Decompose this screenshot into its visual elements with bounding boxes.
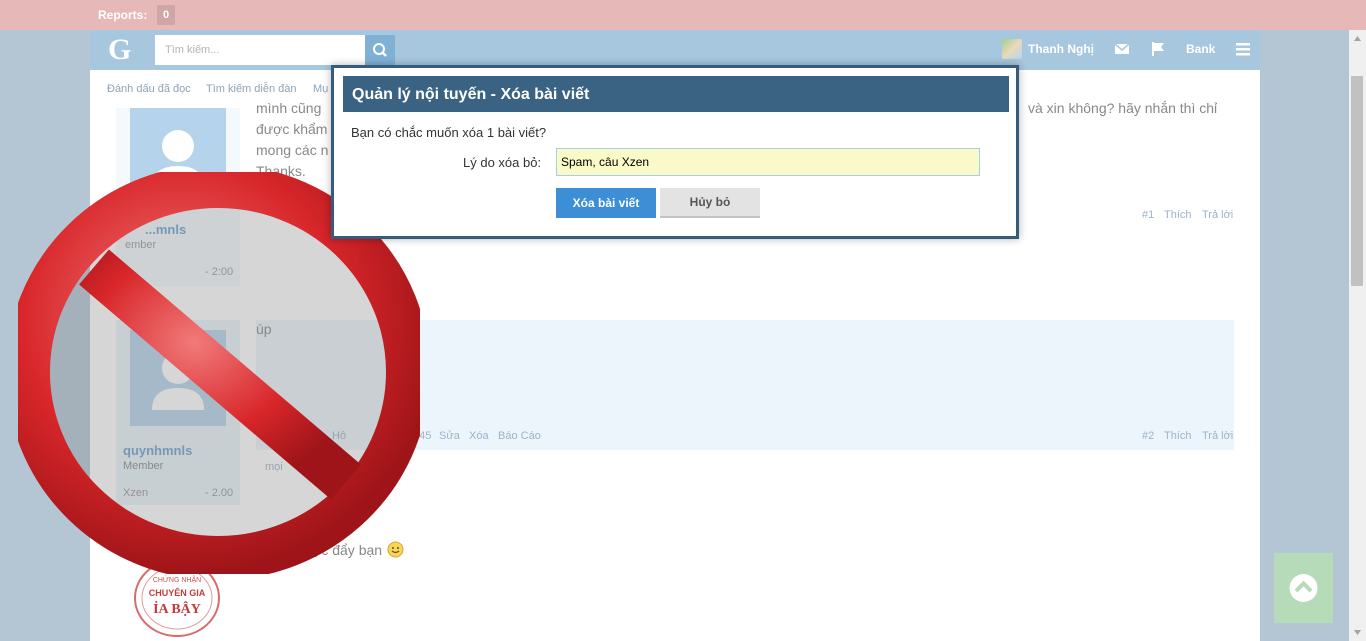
post-2-reply-link[interactable]: Trả lời [1202, 430, 1233, 442]
chevron-up-circle-icon [1289, 574, 1318, 602]
post-1-permalink[interactable]: #1 [1142, 209, 1154, 221]
post-2-delete-link[interactable]: Xóa [469, 430, 489, 442]
scrollbar-thumb[interactable] [1351, 76, 1363, 286]
post-1-reply-link[interactable]: Trả lời [1202, 209, 1233, 221]
main-navbar: G Thanh Nghị Bank [90, 30, 1260, 70]
search-button[interactable] [365, 35, 395, 65]
delete-post-dialog: Quản lý nội tuyến - Xóa bài viết Bạn có … [331, 65, 1019, 239]
reason-label: Lý do xóa bỏ: [463, 155, 542, 170]
scroll-up-arrow-icon[interactable] [1349, 30, 1366, 47]
post-2-edit-link[interactable]: Sửa [439, 430, 460, 442]
subnav-item-truncated[interactable]: Mụ [313, 83, 328, 95]
reports-count-badge[interactable]: 0 [157, 5, 175, 25]
search-icon [373, 43, 387, 57]
reports-label[interactable]: Reports: [98, 8, 147, 22]
search-forums-link[interactable]: Tìm kiếm diễn đàn [206, 83, 296, 95]
stamp-line-2: CHUYÊN GIA [149, 587, 206, 598]
bank-link[interactable]: Bank [1186, 42, 1215, 56]
post-2-report-link[interactable]: Báo Cáo [498, 430, 541, 442]
delete-post-button[interactable]: Xóa bài viết [556, 188, 656, 218]
post-1-text-line: mong các n [256, 142, 329, 158]
search-input[interactable] [155, 35, 365, 65]
mail-icon[interactable] [1113, 40, 1131, 58]
reason-input[interactable] [556, 148, 980, 176]
post-1-text-right: và xin không? hãy nhắn thì chỉ [1028, 100, 1218, 116]
menu-icon[interactable] [1234, 40, 1252, 58]
user-name-link[interactable]: Thanh Nghị [1028, 42, 1094, 56]
moderator-bar: Reports: 0 [0, 0, 1366, 30]
stamp-line-1: CHỨNG NHẬN [153, 575, 201, 584]
dialog-header: Quản lý nội tuyến - Xóa bài viết [343, 76, 1009, 112]
post-1-like-link[interactable]: Thích [1164, 209, 1192, 221]
flag-icon[interactable] [1149, 40, 1167, 58]
page-scrollbar[interactable] [1349, 30, 1366, 641]
site-logo[interactable]: G [108, 33, 131, 67]
user-avatar[interactable] [1002, 39, 1022, 59]
stamp-line-3: ỈA BẬY [153, 600, 201, 617]
post-2-like-link[interactable]: Thích [1164, 430, 1192, 442]
dialog-question: Bạn có chắc muốn xóa 1 bài viết? [351, 125, 547, 140]
scroll-down-arrow-icon[interactable] [1349, 624, 1366, 641]
dialog-title: Quản lý nội tuyến - Xóa bài viết [352, 86, 590, 103]
post-2-permalink[interactable]: #2 [1142, 430, 1154, 442]
post-1-text-line: mình cũng [256, 100, 322, 116]
back-to-top-button[interactable] [1274, 553, 1333, 623]
post-1-text-line: được khẩm [256, 121, 328, 137]
mark-read-link[interactable]: Đánh dấu đã đọc [107, 83, 191, 95]
cancel-button[interactable]: Hủy bỏ [660, 188, 760, 218]
